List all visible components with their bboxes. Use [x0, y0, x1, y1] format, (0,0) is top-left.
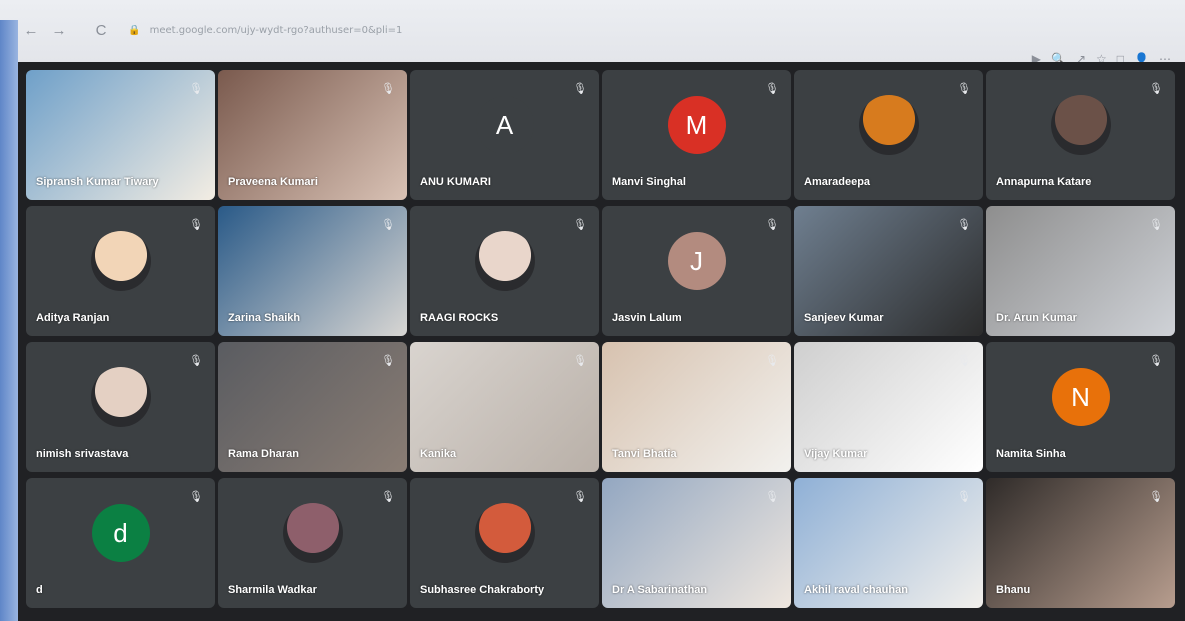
avatar-letter: J	[667, 231, 726, 290]
meet-stage: 🎙 Sipransh Kumar Tiwary 🎙 Praveena Kumari A 🎙…	[18, 62, 1185, 621]
mic-muted-icon: 🎙	[1149, 355, 1163, 367]
mic-muted-icon: 🎙	[381, 83, 395, 95]
avatar-photo	[1050, 94, 1111, 155]
participant-tile[interactable]: N 🎙 Namita Sinha	[986, 342, 1175, 472]
avatar-letter: A	[475, 95, 534, 154]
participant-name: Bhanu	[996, 584, 1031, 596]
mic-muted-icon: 🎙	[189, 83, 203, 95]
back-icon[interactable]: ←	[22, 22, 40, 40]
participant-tile[interactable]: 🎙 nimish srivastava	[26, 342, 215, 472]
participant-name: Sipransh Kumar Tiwary	[36, 176, 159, 188]
mic-muted-icon: 🎙	[765, 491, 779, 503]
avatar-photo	[282, 502, 343, 563]
participant-tile[interactable]: J 🎙 Jasvin Lalum	[602, 206, 791, 336]
mic-muted-icon: 🎙	[573, 83, 587, 95]
mic-muted-icon: 🎙	[189, 219, 203, 231]
participant-name: Rama Dharan	[228, 448, 299, 460]
address-bar[interactable]: 🔒 meet.google.com/ujy-wydt-rgo?authuser=…	[128, 25, 548, 41]
participant-tile[interactable]: A 🎙 ANU KUMARI	[410, 70, 599, 200]
browser-chrome: ← → C 🔒 meet.google.com/ujy-wydt-rgo?aut…	[0, 0, 1185, 66]
mic-muted-icon: 🎙	[957, 355, 971, 367]
mic-muted-icon: 🎙	[381, 491, 395, 503]
avatar-photo	[90, 366, 151, 427]
participant-name: d	[36, 584, 43, 596]
participant-name: Manvi Singhal	[612, 176, 686, 188]
forward-icon[interactable]: →	[50, 22, 68, 40]
mic-muted-icon: 🎙	[765, 83, 779, 95]
mic-muted-icon: 🎙	[189, 355, 203, 367]
participant-name: Namita Sinha	[996, 448, 1066, 460]
participant-name: Annapurna Katare	[996, 176, 1092, 188]
participant-tile[interactable]: 🎙 Kanika	[410, 342, 599, 472]
avatar-photo	[90, 230, 151, 291]
avatar-letter: d	[91, 503, 150, 562]
mic-muted-icon: 🎙	[1149, 491, 1163, 503]
participant-name: Sharmila Wadkar	[228, 584, 317, 596]
participant-name: nimish srivastava	[36, 448, 129, 460]
participant-tile[interactable]: 🎙 RAAGI ROCKS	[410, 206, 599, 336]
participant-name: Akhil raval chauhan	[804, 584, 908, 596]
mic-muted-icon: 🎙	[957, 83, 971, 95]
avatar-letter: M	[667, 95, 726, 154]
participant-tile[interactable]: 🎙 Tanvi Bhatia	[602, 342, 791, 472]
participant-tile[interactable]: 🎙 Subhasree Chakraborty	[410, 478, 599, 608]
participant-name: Dr. Arun Kumar	[996, 312, 1077, 324]
participant-name: RAAGI ROCKS	[420, 312, 499, 324]
participant-name: Dr A Sabarinathan	[612, 584, 708, 596]
mic-muted-icon: 🎙	[381, 219, 395, 231]
mic-muted-icon: 🎙	[957, 219, 971, 231]
participant-name: Subhasree Chakraborty	[420, 584, 545, 596]
participant-tile[interactable]: 🎙 Akhil raval chauhan	[794, 478, 983, 608]
participant-tile[interactable]: 🎙 Dr. Arun Kumar	[986, 206, 1175, 336]
mic-muted-icon: 🎙	[1149, 83, 1163, 95]
avatar-photo	[474, 502, 535, 563]
participant-name: Jasvin Lalum	[612, 312, 682, 324]
mic-muted-icon: 🎙	[1149, 219, 1163, 231]
participant-name: Zarina Shaikh	[228, 312, 301, 324]
participant-name: Aditya Ranjan	[36, 312, 110, 324]
participant-tile[interactable]: 🎙 Amaradeepa	[794, 70, 983, 200]
participant-tile[interactable]: 🎙 Annapurna Katare	[986, 70, 1175, 200]
participant-name: Vijay Kumar	[804, 448, 868, 460]
mic-muted-icon: 🎙	[957, 491, 971, 503]
participant-tile[interactable]: 🎙 Sanjeev Kumar	[794, 206, 983, 336]
participant-name: Sanjeev Kumar	[804, 312, 884, 324]
mic-muted-icon: 🎙	[765, 355, 779, 367]
participant-name: ANU KUMARI	[420, 176, 491, 188]
participant-name: Praveena Kumari	[228, 176, 318, 188]
participant-tile[interactable]: 🎙 Sharmila Wadkar	[218, 478, 407, 608]
window-edge	[0, 20, 18, 621]
reload-icon[interactable]: C	[92, 22, 110, 40]
url-text: meet.google.com/ujy-wydt-rgo?authuser=0&…	[149, 25, 403, 36]
mic-muted-icon: 🎙	[573, 355, 587, 367]
mic-muted-icon: 🎙	[573, 491, 587, 503]
mic-muted-icon: 🎙	[573, 219, 587, 231]
avatar-photo	[858, 94, 919, 155]
participant-tile[interactable]: 🎙 Aditya Ranjan	[26, 206, 215, 336]
participant-name: Amaradeepa	[804, 176, 871, 188]
participant-tile[interactable]: 🎙 Zarina Shaikh	[218, 206, 407, 336]
participant-tile[interactable]: 🎙 Sipransh Kumar Tiwary	[26, 70, 215, 200]
participant-tile[interactable]: 🎙 Bhanu	[986, 478, 1175, 608]
mic-muted-icon: 🎙	[381, 355, 395, 367]
avatar-letter: N	[1051, 367, 1110, 426]
participant-tile[interactable]: 🎙 Dr A Sabarinathan	[602, 478, 791, 608]
participant-name: Kanika	[420, 448, 457, 460]
lock-icon: 🔒	[128, 25, 141, 36]
participant-name: Tanvi Bhatia	[612, 448, 677, 460]
participant-tile[interactable]: M 🎙 Manvi Singhal	[602, 70, 791, 200]
mic-muted-icon: 🎙	[189, 491, 203, 503]
participant-tile[interactable]: 🎙 Praveena Kumari	[218, 70, 407, 200]
mic-muted-icon: 🎙	[765, 219, 779, 231]
participant-tile[interactable]: d 🎙 d	[26, 478, 215, 608]
avatar-photo	[474, 230, 535, 291]
participant-tile[interactable]: 🎙 Rama Dharan	[218, 342, 407, 472]
participant-tile[interactable]: 🎙 Vijay Kumar	[794, 342, 983, 472]
